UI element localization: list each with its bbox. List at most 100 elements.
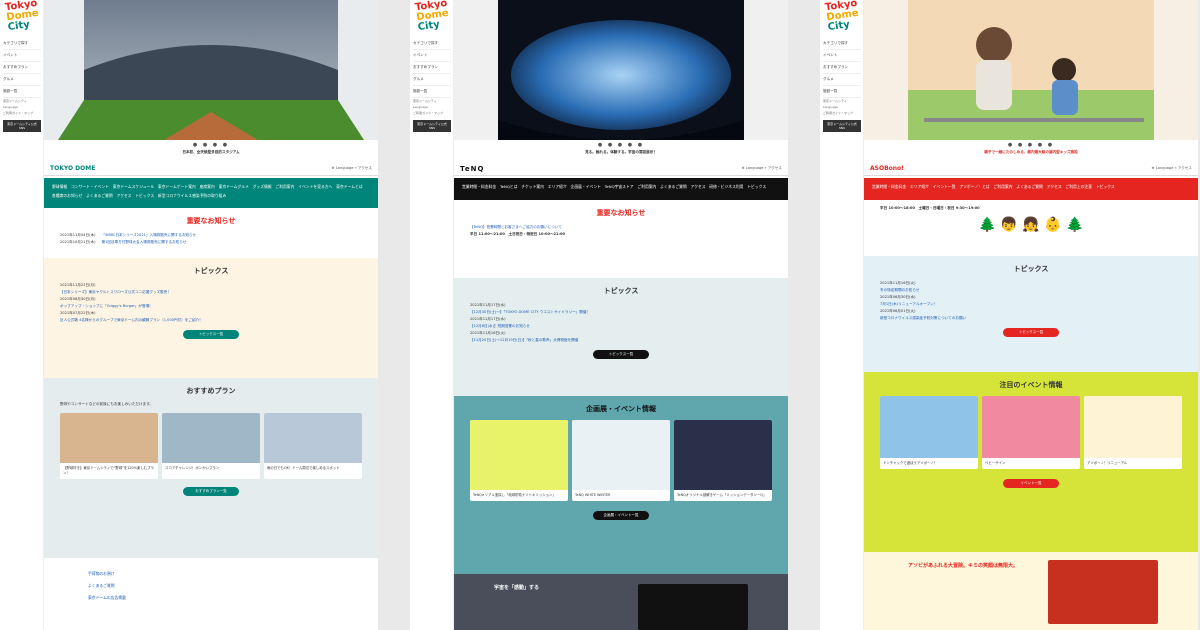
- access-link[interactable]: アクセス: [768, 166, 782, 170]
- topic-item[interactable]: 2021年11月16日(火) 冬の特定期間のお知らせ: [880, 280, 1182, 294]
- video-player[interactable]: [1048, 560, 1158, 624]
- event-list-button[interactable]: イベント一覧: [1003, 479, 1059, 488]
- sns-button[interactable]: 東京ドームシティ公式SNS: [413, 120, 451, 132]
- intro-section: 宇宙を「感動」する: [454, 574, 788, 630]
- topic-item[interactable]: 2021年08月30日(月) ポップアップ・ショップに「Griggy's Burg…: [60, 296, 362, 310]
- side-item[interactable]: カテゴリで探す: [3, 38, 41, 50]
- carousel-dots[interactable]: ● ● ● ● ●: [454, 142, 788, 148]
- notice-section: 重要なお知らせ 【TeNQ】営業時間とお客さまへご協力のお願いについて 平日 1…: [454, 200, 788, 278]
- side-item[interactable]: カテゴリで探す: [823, 38, 861, 50]
- side-item[interactable]: カテゴリで探す: [413, 38, 451, 50]
- topic-link[interactable]: ポップアップ・ショップに「Griggy's Burger」が登場！: [60, 304, 153, 308]
- notice-link[interactable]: 【TeNQ】営業時間とお客さまへご協力のお願いについて: [470, 224, 772, 231]
- topic-item[interactable]: 2021年11月17日(水) 【12月8日(水)】短期営業のお知らせ: [470, 316, 772, 330]
- sns-button[interactable]: 東京ドームシティ公式SNS: [3, 120, 41, 132]
- plan-list-button[interactable]: おすすめプラン一覧: [183, 487, 239, 496]
- guide-link[interactable]: ご利用ガイド・マップ: [413, 110, 451, 116]
- main-menu[interactable]: 営業時間・料金料金 エリア紹介 イベント一覧 アソボ〜ノ！とは ご利用案内 よく…: [864, 178, 1198, 200]
- event-card[interactable]: ドンチャックで遊ぼうアソボーノ！: [880, 396, 978, 469]
- topic-link[interactable]: 【12月8日(水)】短期営業のお知らせ: [470, 324, 530, 328]
- topics-list-button[interactable]: トピックス一覧: [1003, 328, 1059, 337]
- site-logo[interactable]: Tokyo Dome City: [0, 0, 47, 34]
- notice-item[interactable]: 2021年10月21日(木) 第1回目車方付野球大会入場券販売に関するお知らせ: [60, 239, 362, 246]
- site-logo[interactable]: Tokyo Dome City: [410, 0, 457, 34]
- sns-button[interactable]: 東京ドームシティ公式SNS: [823, 120, 861, 132]
- side-item[interactable]: おすすめプラン: [823, 62, 861, 74]
- side-item[interactable]: イベント: [413, 50, 451, 62]
- notice-list: 2021年11月04日(木) 「SMBC日本シリーズ2021」入場券販売に関するお…: [44, 232, 378, 246]
- topic-link[interactable]: 【日本シリーズ】東京ヤクルトスワローズ公式ユニ応援グッズ販売！: [60, 290, 171, 294]
- side-item[interactable]: グルメ: [3, 74, 41, 86]
- event-card[interactable]: TeNQオリジナル謎解きゲーム「ミッションデータシーQ」: [674, 420, 772, 501]
- event-card-title: ドンチャックで遊ぼうアソボーノ！: [883, 461, 938, 465]
- baggage-link[interactable]: 手荷物のお預け: [88, 568, 334, 580]
- side-item[interactable]: イベント: [3, 50, 41, 62]
- topics-list-button[interactable]: トピックス一覧: [593, 350, 649, 359]
- site-logo[interactable]: Tokyo Dome City: [820, 0, 867, 34]
- side-item[interactable]: 施設一覧: [3, 86, 41, 98]
- guide-link[interactable]: ご利用ガイド・マップ: [3, 110, 41, 116]
- plan-intro: 野球やコンサートなどの前後にもお楽しみいただけます。: [60, 402, 154, 406]
- topics-list: 2021年11月17日(水) 【12月30日(土)〜】「TOKYO DOME CI…: [454, 302, 788, 344]
- event-card[interactable]: アソボーノ！リニューアル: [1084, 396, 1182, 469]
- topic-item[interactable]: 2021年11月22日(月) 【日本シリーズ】東京ヤクルトスワローズ公式ユニ応援グ…: [60, 282, 362, 296]
- hours-section: 平日 10:00〜18:00 土曜日・日曜日・祝日 9:30〜19:00 🌲 👦…: [864, 200, 1198, 256]
- language-link[interactable]: Language: [746, 166, 764, 170]
- access-link[interactable]: アクセス: [1178, 166, 1192, 170]
- event-cards: ドンチャックで遊ぼうアソボーノ！ ベビーサイン アソボーノ！リニューアル: [864, 396, 1198, 469]
- topic-item[interactable]: 2021年11月17日(水) 【12月30日(土)〜】「TOKYO DOME CI…: [470, 302, 772, 316]
- topic-link[interactable]: 新型コロナウイルス感染症予防対策についてのお願い: [880, 316, 966, 320]
- side-item[interactable]: グルメ: [823, 74, 861, 86]
- side-item[interactable]: 施設一覧: [823, 86, 861, 98]
- event-heading: 企画展・イベント情報: [586, 405, 656, 413]
- event-card[interactable]: TeNQ WHITE WINTER: [572, 420, 670, 501]
- guide-link[interactable]: ご利用ガイド・マップ: [823, 110, 861, 116]
- page-header: ASOBono! ⊕ Language ⌖ アクセス: [864, 162, 1198, 176]
- side-item[interactable]: 施設一覧: [413, 86, 451, 98]
- plan-card[interactable]: 雨の日でもOK！ドーム周辺で楽しめるスポット: [264, 413, 362, 479]
- topic-link[interactable]: 【11月20日(土)〜12月19日(日)】「秋と星の歌声」大博物館を開催: [470, 338, 578, 342]
- ad-link[interactable]: 東京ドームの広告掲載: [88, 592, 334, 604]
- event-card[interactable]: TeNQ×リアル宝探し「地球防衛ナゾトキミッション」: [470, 420, 568, 501]
- topics-heading: トピックス: [193, 267, 229, 275]
- side-item[interactable]: おすすめプラン: [413, 62, 451, 74]
- carousel-dots[interactable]: ● ● ● ●: [44, 142, 378, 148]
- hero-caption: 見る。触れる。体験する。宇宙の常設展示！: [585, 150, 657, 154]
- topic-link[interactable]: 冬の特定期間のお知らせ: [880, 288, 919, 292]
- topic-link[interactable]: 【12月30日(土)〜】「TOKYO DOME CITY ウエストサイドラリー」…: [470, 310, 590, 314]
- access-link[interactable]: アクセス: [358, 166, 372, 170]
- side-nav: カテゴリで探す イベント おすすめプラン グルメ 施設一覧 東京ドームシティ L…: [823, 38, 861, 132]
- topic-item[interactable]: 2021年11月16日(火) 【11月20日(土)〜12月19日(日)】「秋と星の…: [470, 330, 772, 344]
- topic-link[interactable]: 巨人公式戦 4名様からのグループで東京ドーム内の観戦プラン（1,000円付）をご…: [60, 318, 203, 322]
- language-link[interactable]: Language: [1156, 166, 1174, 170]
- side-item[interactable]: イベント: [823, 50, 861, 62]
- faq-link[interactable]: よくあるご質問: [88, 580, 334, 592]
- notice-link[interactable]: 「SMBC日本シリーズ2021」入場券販売に関するお知らせ: [101, 233, 196, 237]
- main-menu[interactable]: 営業時間・料金料金 TeNQとは チケット案内 エリア紹介 企画展・イベント T…: [454, 178, 788, 200]
- intro-heading: 宇宙を「感動」する: [494, 585, 540, 591]
- video-player[interactable]: [638, 584, 748, 630]
- plan-card[interactable]: スコアチャレンジ！ボンかいプラン: [162, 413, 260, 479]
- notice-heading: 重要なお知らせ: [596, 209, 646, 217]
- topic-item[interactable]: 2021年07月22日(木) 巨人公式戦 4名様からのグループで東京ドーム内の観戦…: [60, 310, 362, 324]
- carousel-dots[interactable]: ● ● ● ● ●: [864, 142, 1198, 148]
- main-menu[interactable]: 野球情報 コンサート・イベント 東京ドームスケジュール 東京ドームゲート案内 座…: [44, 178, 378, 208]
- topics-list-button[interactable]: トピックス一覧: [183, 330, 239, 339]
- topic-item[interactable]: 2021年06月01日(火) 新型コロナウイルス感染症予防対策についてのお願い: [880, 308, 1182, 322]
- topic-link[interactable]: 7月1日(木)リニューアルオープン！: [880, 302, 937, 306]
- side-item[interactable]: おすすめプラン: [3, 62, 41, 74]
- plan-card[interactable]: 【野球好き】東京ドームシティで“野球”を120%楽しむプラン！: [60, 413, 158, 479]
- side-nav: カテゴリで探す イベント おすすめプラン グルメ 施設一覧 東京ドームシティ L…: [3, 38, 41, 132]
- notice-section: 重要なお知らせ 2021年11月04日(木) 「SMBC日本シリーズ2021」入場…: [44, 208, 378, 258]
- event-list-button[interactable]: 企画展・イベント一覧: [593, 511, 649, 520]
- event-cards: TeNQ×リアル宝探し「地球防衛ナゾトキミッション」 TeNQ WHITE WI…: [454, 420, 788, 501]
- side-item[interactable]: グルメ: [413, 74, 451, 86]
- business-hours: 平日 11:00〜21:00 土日祝日・特定日 10:00〜21:00: [470, 232, 565, 236]
- topic-date: 2021年06月01日(火): [880, 309, 916, 313]
- notice-link[interactable]: 第1回目車方付野球大会入場券販売に関するお知らせ: [101, 240, 186, 244]
- event-card[interactable]: ベビーサイン: [982, 396, 1080, 469]
- topic-date: 2021年11月16日(火): [880, 281, 916, 285]
- notice-item[interactable]: 2021年11月04日(木) 「SMBC日本シリーズ2021」入場券販売に関するお…: [60, 232, 362, 239]
- language-link[interactable]: Language: [336, 166, 354, 170]
- topic-item[interactable]: 2021年06月30日(水) 7月1日(木)リニューアルオープン！: [880, 294, 1182, 308]
